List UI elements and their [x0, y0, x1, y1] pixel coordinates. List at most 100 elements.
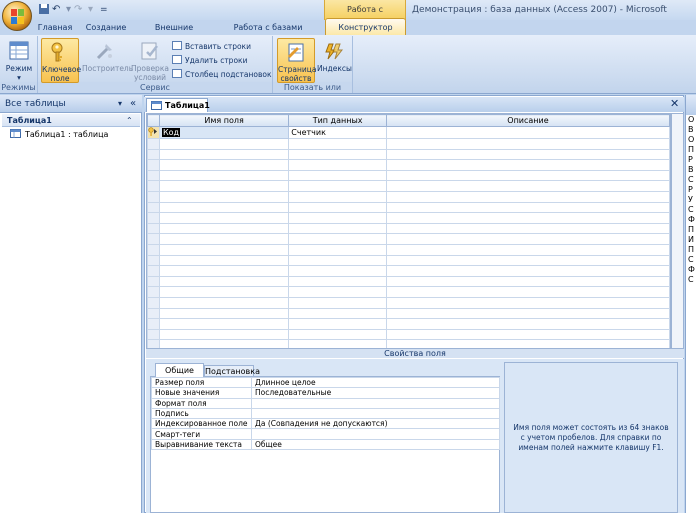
row-selector[interactable] [147, 254, 160, 267]
property-sheet-item[interactable]: И [687, 235, 696, 245]
property-sheet-item[interactable]: С [687, 255, 696, 265]
property-sheet-item[interactable]: Ф [687, 215, 696, 225]
property-sheet-item[interactable]: П [687, 145, 696, 155]
redo-dropdown-icon[interactable]: ▾ [88, 3, 93, 17]
property-sheet-item[interactable]: Ф [687, 265, 696, 275]
property-value[interactable] [251, 428, 500, 440]
property-sheet-item[interactable]: С [687, 205, 696, 215]
row-selector[interactable] [147, 328, 160, 341]
grid-cell[interactable] [385, 159, 670, 171]
grid-cell[interactable] [288, 286, 387, 298]
grid-cell[interactable] [288, 328, 387, 341]
builder-button[interactable]: Построитель [82, 38, 133, 83]
grid-cell[interactable] [385, 307, 670, 320]
grid-cell[interactable] [385, 148, 670, 161]
grid-corner[interactable] [147, 114, 160, 127]
grid-cell[interactable] [288, 148, 387, 161]
grid-cell[interactable] [158, 190, 290, 203]
grid-cell[interactable] [158, 233, 290, 245]
property-sheet-item[interactable]: С [687, 275, 696, 285]
row-selector[interactable] [147, 222, 160, 235]
grid-cell[interactable] [288, 222, 387, 235]
property-value[interactable]: Последовательные [251, 387, 500, 399]
row-selector[interactable] [147, 148, 160, 161]
property-row[interactable]: Смарт-теги [151, 428, 500, 440]
property-sheet-item[interactable]: П [687, 225, 696, 235]
primary-key-button[interactable]: Ключевое поле [41, 38, 81, 83]
property-sheet-item[interactable]: Р [687, 155, 696, 165]
property-value[interactable] [251, 407, 500, 420]
grid-cell[interactable] [385, 190, 670, 203]
grid-cell[interactable] [288, 233, 387, 245]
table-row[interactable] [147, 148, 670, 161]
property-sheet-item[interactable]: Р [687, 185, 696, 195]
property-sheet-button[interactable]: Страница свойств [277, 38, 316, 83]
document-tab-table1[interactable]: Таблица1 [146, 98, 210, 112]
grid-cell[interactable] [385, 275, 670, 288]
row-selector[interactable] [147, 190, 160, 203]
grid-cell[interactable] [288, 212, 387, 224]
grid-cell[interactable] [158, 222, 290, 235]
table-row[interactable] [147, 169, 670, 182]
grid-cell[interactable] [288, 318, 387, 330]
row-selector[interactable] [147, 307, 160, 320]
grid-cell[interactable] [288, 243, 387, 256]
row-selector[interactable] [147, 318, 160, 330]
table-row[interactable] [147, 318, 670, 330]
grid-cell[interactable] [158, 180, 290, 192]
table-row[interactable] [147, 159, 670, 171]
grid-cell[interactable] [158, 296, 290, 309]
data-type-cell[interactable]: Счетчик [288, 126, 387, 139]
grid-cell[interactable] [288, 169, 387, 182]
row-selector[interactable] [147, 212, 160, 224]
grid-cell[interactable] [158, 328, 290, 341]
row-selector[interactable] [147, 265, 160, 277]
grid-vertical-scrollbar[interactable] [671, 113, 684, 349]
close-icon[interactable]: ✕ [670, 97, 679, 110]
test-rules-button[interactable]: Проверка условий [130, 38, 170, 83]
description-cell[interactable] [385, 126, 670, 139]
grid-cell[interactable] [158, 275, 290, 288]
row-selector[interactable] [147, 243, 160, 256]
row-selector[interactable] [147, 233, 160, 245]
grid-cell[interactable] [288, 180, 387, 192]
property-sheet-item[interactable]: О [687, 135, 696, 145]
tab-external-data[interactable]: Внешние данные [139, 20, 209, 47]
grid-cell[interactable] [385, 169, 670, 182]
view-button[interactable]: Режим ▾ [3, 38, 35, 83]
undo-dropdown-icon[interactable]: ▾ [66, 3, 71, 17]
grid-cell[interactable] [385, 233, 670, 245]
grid-cell[interactable] [288, 254, 387, 267]
property-sheet-item[interactable]: В [687, 165, 696, 175]
property-value[interactable]: Длинное целое [251, 376, 500, 389]
insert-rows-button[interactable]: Вставить строки [172, 40, 251, 53]
column-header-description[interactable]: Описание [385, 114, 670, 127]
grid-cell[interactable] [158, 307, 290, 320]
grid-cell[interactable] [385, 222, 670, 235]
property-row[interactable]: Подпись [151, 407, 500, 420]
grid-cell[interactable] [385, 296, 670, 309]
property-sheet-item[interactable]: В [687, 125, 696, 135]
grid-cell[interactable] [385, 254, 670, 267]
grid-cell[interactable] [385, 265, 670, 277]
property-value[interactable]: Да (Совпадения не допускаются) [251, 418, 500, 430]
property-sheet-item[interactable]: О [687, 115, 696, 125]
table-row[interactable] [147, 222, 670, 235]
nav-collapse-icon[interactable]: « [130, 95, 136, 113]
table-row[interactable] [147, 296, 670, 309]
row-selector[interactable] [147, 138, 160, 150]
property-row[interactable]: Индексированное поле Да (Совпадения не до… [151, 418, 500, 430]
property-value[interactable]: Общее [251, 438, 500, 451]
property-row[interactable]: Формат поля [151, 397, 500, 409]
table-row[interactable] [147, 265, 670, 277]
tab-general[interactable]: Общие [155, 363, 204, 377]
group-collapse-icon[interactable]: ⌃ [126, 114, 133, 127]
property-row[interactable]: Размер поля Длинное целое [151, 376, 500, 389]
grid-cell[interactable] [158, 138, 290, 150]
grid-cell[interactable] [288, 138, 387, 150]
tab-design[interactable]: Конструктор [325, 18, 406, 36]
grid-cell[interactable] [288, 265, 387, 277]
column-header-field-name[interactable]: Имя поля [158, 114, 290, 127]
row-selector[interactable] [147, 296, 160, 309]
property-sheet-item[interactable]: П [687, 245, 696, 255]
